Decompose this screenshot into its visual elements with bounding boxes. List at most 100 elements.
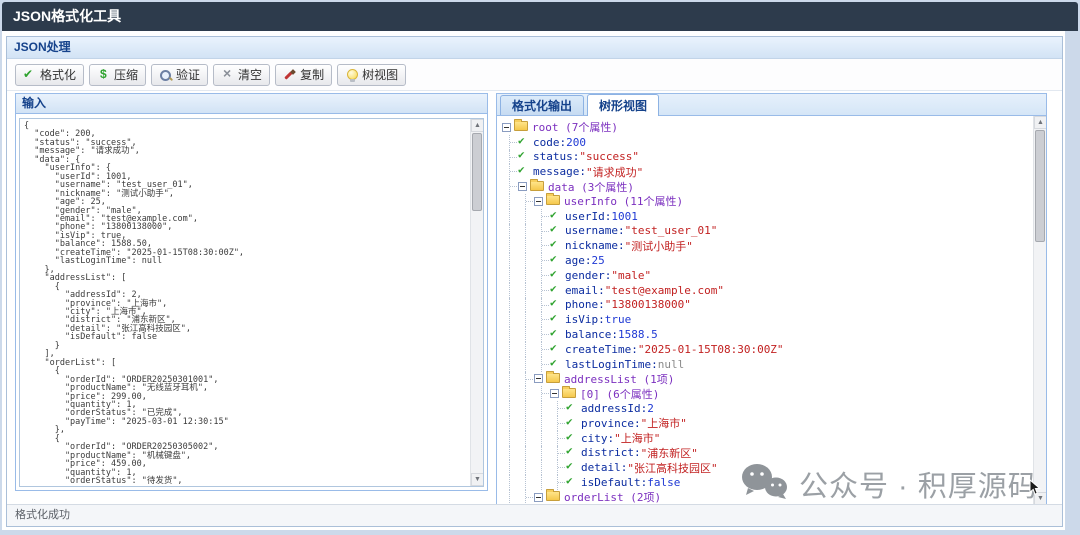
tree-node-value: "上海市" xyxy=(641,415,687,431)
tree-node-key: detail: xyxy=(581,461,627,474)
input-scrollbar[interactable]: ▲ ▼ xyxy=(470,119,483,486)
tree-node-key: isVip: xyxy=(565,313,605,326)
tree-guide xyxy=(518,386,534,401)
tab-tree[interactable]: 树形视图 xyxy=(587,94,659,116)
tree-row[interactable]: data (3个属性) xyxy=(502,179,1033,194)
tree-guide xyxy=(502,401,518,416)
input-panel: 输入 { "code": 200, "status": "success", "… xyxy=(15,93,488,491)
tree-node-key: userId: xyxy=(565,210,611,223)
tree-node-key: gender: xyxy=(565,269,611,282)
folder-icon xyxy=(562,388,576,398)
tree-row[interactable]: username: "test_user_01" xyxy=(502,224,1033,239)
collapse-toggle-icon[interactable] xyxy=(550,389,559,398)
tree-row[interactable]: gender: "male" xyxy=(502,268,1033,283)
tree-node-label: [0] (6个属性) xyxy=(580,386,659,402)
tree-row[interactable]: userInfo (11个属性) xyxy=(502,194,1033,209)
tab-formatted[interactable]: 格式化输出 xyxy=(500,95,584,115)
toolbar-button-format[interactable]: 格式化 xyxy=(15,64,84,86)
tree-guide xyxy=(502,342,518,357)
tree-node-value: "test@example.com" xyxy=(605,284,724,297)
collapse-toggle-icon[interactable] xyxy=(518,182,527,191)
tree-row[interactable]: phone: "13800138000" xyxy=(502,298,1033,313)
tree-panel: root (7个属性)code: 200status: "success"mes… xyxy=(496,116,1047,506)
tree-node-label: root (7个属性) xyxy=(532,119,618,135)
toolbar-button-label: 压缩 xyxy=(114,66,138,83)
tree-row[interactable]: code: 200 xyxy=(502,135,1033,150)
magnifier-icon xyxy=(159,68,173,82)
collapse-toggle-icon[interactable] xyxy=(534,493,543,502)
tree-guide xyxy=(518,416,534,431)
scroll-up-icon[interactable]: ▲ xyxy=(471,119,484,132)
tree-row[interactable]: root (7个属性) xyxy=(502,120,1033,135)
tree-node-value: null xyxy=(658,358,685,371)
tree-guide xyxy=(502,416,518,431)
tree-guide xyxy=(518,357,534,372)
tree-row[interactable]: status: "success" xyxy=(502,150,1033,165)
tree-guide xyxy=(534,327,550,342)
tree-row[interactable]: district: "浦东新区" xyxy=(502,446,1033,461)
tree-row[interactable]: addressId: 2 xyxy=(502,401,1033,416)
tree-row[interactable]: lastLoginTime: null xyxy=(502,357,1033,372)
scroll-down-icon[interactable]: ▼ xyxy=(471,473,484,486)
collapse-toggle-icon[interactable] xyxy=(534,374,543,383)
tree-guide xyxy=(518,327,534,342)
output-tabbar: 格式化输出树形视图 xyxy=(496,93,1047,116)
tree-row[interactable]: addressList (1项) xyxy=(502,372,1033,387)
tree-node-label: addressList (1项) xyxy=(564,371,674,387)
tree-node-value: "上海市" xyxy=(614,430,660,446)
toolbar-button-validate[interactable]: 验证 xyxy=(151,64,208,86)
tree-guide xyxy=(550,460,566,475)
page-title: JSON格式化工具 xyxy=(2,2,1078,31)
tree-row[interactable]: isDefault: false xyxy=(502,475,1033,490)
tree-guide xyxy=(534,298,550,313)
tree-row[interactable]: age: 25 xyxy=(502,253,1033,268)
tree-guide xyxy=(518,194,534,209)
tree-guide xyxy=(502,312,518,327)
tree-row[interactable]: detail: "张江高科技园区" xyxy=(502,460,1033,475)
toolbar-button-clear[interactable]: 清空 xyxy=(213,64,270,86)
tree-node-value: 2 xyxy=(647,402,654,415)
check-icon xyxy=(550,358,563,371)
toolbar-button-copy[interactable]: 复制 xyxy=(275,64,332,86)
tree-scrollbar[interactable]: ▲ ▼ xyxy=(1033,116,1046,505)
tree-row[interactable]: message: "请求成功" xyxy=(502,164,1033,179)
json-input[interactable]: { "code": 200, "status": "success", "mes… xyxy=(20,119,470,486)
tree-node-value: "success" xyxy=(579,150,639,163)
tree-guide xyxy=(502,460,518,475)
scroll-up-icon[interactable]: ▲ xyxy=(1034,116,1047,129)
tree-node-value: "浦东新区" xyxy=(641,445,698,461)
tree-row[interactable]: createTime: "2025-01-15T08:30:00Z" xyxy=(502,342,1033,357)
toolbar-button-label: 清空 xyxy=(238,66,262,83)
check-icon xyxy=(566,446,579,459)
check-icon xyxy=(518,136,531,149)
toolbar-button-treeview[interactable]: 树视图 xyxy=(337,64,406,86)
tree-guide xyxy=(502,238,518,253)
tree-guide xyxy=(518,401,534,416)
tree-scroll-thumb[interactable] xyxy=(1035,130,1045,242)
tree-row[interactable]: province: "上海市" xyxy=(502,416,1033,431)
tree-row[interactable]: [0] (6个属性) xyxy=(502,386,1033,401)
input-scroll-thumb[interactable] xyxy=(472,133,482,211)
tree-node-key: age: xyxy=(565,254,592,267)
check-icon xyxy=(566,402,579,415)
tree-node-key: addressId: xyxy=(581,402,647,415)
tree-row[interactable]: orderList (2项) xyxy=(502,490,1033,505)
tree-node-value: "测试小助手" xyxy=(625,238,693,254)
tree-guide xyxy=(502,431,518,446)
tree-row[interactable]: balance: 1588.5 xyxy=(502,327,1033,342)
toolbar-button-compress[interactable]: 压缩 xyxy=(89,64,146,86)
tree-row[interactable]: isVip: true xyxy=(502,312,1033,327)
tree-row[interactable]: email: "test@example.com" xyxy=(502,283,1033,298)
tree-row[interactable]: userId: 1001 xyxy=(502,209,1033,224)
tree-guide xyxy=(502,224,518,239)
tree-row[interactable]: city: "上海市" xyxy=(502,431,1033,446)
tree-guide xyxy=(534,475,550,490)
tree-guide xyxy=(550,475,566,490)
collapse-toggle-icon[interactable] xyxy=(534,197,543,206)
brush-icon xyxy=(283,68,297,82)
tree-node-value: 25 xyxy=(592,254,605,267)
tree-row[interactable]: nickname: "测试小助手" xyxy=(502,238,1033,253)
tree-node-value: "张江高科技园区" xyxy=(627,460,717,476)
collapse-toggle-icon[interactable] xyxy=(502,123,511,132)
toolbar-button-label: 验证 xyxy=(176,66,200,83)
